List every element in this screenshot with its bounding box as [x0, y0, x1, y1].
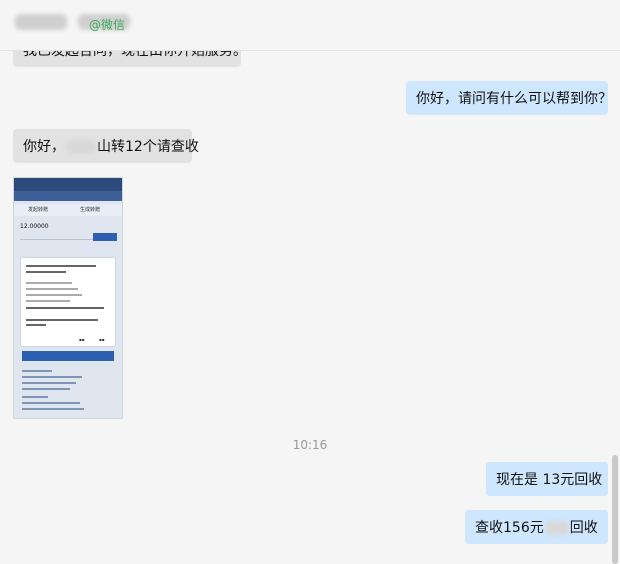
shot-dialog-line: [26, 300, 70, 302]
shot-tabs: 发起转赠 生成转赠: [14, 204, 122, 216]
shot-dialog-line: [26, 324, 46, 326]
redacted-text: [66, 140, 96, 154]
shot-dialog-line: [26, 271, 66, 273]
title-blurred-name: [15, 14, 67, 30]
shot-text-line: [22, 402, 80, 404]
redacted-text: [544, 521, 569, 535]
message-text-suffix: 山转12个请查收: [97, 139, 199, 155]
message-incoming-transfer[interactable]: 你好， 山转12个请查收: [13, 129, 199, 163]
shot-dialog-line: [26, 282, 72, 284]
shot-amount: 12.00000: [20, 223, 49, 230]
shot-text-line: [22, 408, 84, 410]
chat-scrollbar[interactable]: [612, 455, 618, 564]
shot-dialog: ▪▪ ▪▪: [21, 258, 115, 346]
chat-header: @微信: [0, 0, 620, 51]
shot-dialog-line: [26, 265, 96, 267]
message-text-prefix: 查收156元: [475, 520, 544, 536]
shot-tab-send: 发起转赠: [28, 207, 49, 213]
message-text-suffix: 回收: [569, 520, 598, 536]
shot-dialog-line: [26, 294, 82, 296]
shot-dialog-line: [26, 288, 78, 290]
screenshot-image[interactable]: 发起转赠 生成转赠 12.00000 ▪▪ ▪▪: [13, 177, 123, 419]
shot-dialog-line: [26, 319, 98, 321]
message-outgoing-price[interactable]: 现在是 13元回收: [486, 462, 608, 496]
shot-nav-bar: [14, 191, 122, 201]
shot-dialog-line: [26, 307, 104, 309]
message-text: 你好，请问有什么可以帮到你？: [416, 91, 612, 107]
shot-status-bar: [14, 178, 122, 191]
shot-dialog-cancel: ▪▪: [79, 337, 85, 342]
message-text-prefix: 你好，: [23, 139, 65, 155]
shot-small-button: [93, 233, 117, 241]
shot-dialog-ok: ▪▪: [99, 337, 105, 342]
message-timestamp: 10:16: [292, 438, 328, 452]
shot-tab-generate: 生成转赠: [80, 207, 101, 213]
shot-text-line: [22, 370, 52, 372]
message-text: 现在是 13元回收: [496, 472, 603, 488]
shot-text-line: [22, 376, 82, 378]
shot-text-line: [22, 396, 48, 398]
message-outgoing-greeting[interactable]: 你好，请问有什么可以帮到你？: [406, 81, 612, 115]
shot-text-line: [22, 382, 76, 384]
source-label: @微信: [89, 18, 126, 32]
message-outgoing-confirm[interactable]: 查收156元 回收: [465, 510, 608, 544]
shot-primary-button: [22, 351, 114, 361]
shot-text-line: [22, 388, 70, 390]
